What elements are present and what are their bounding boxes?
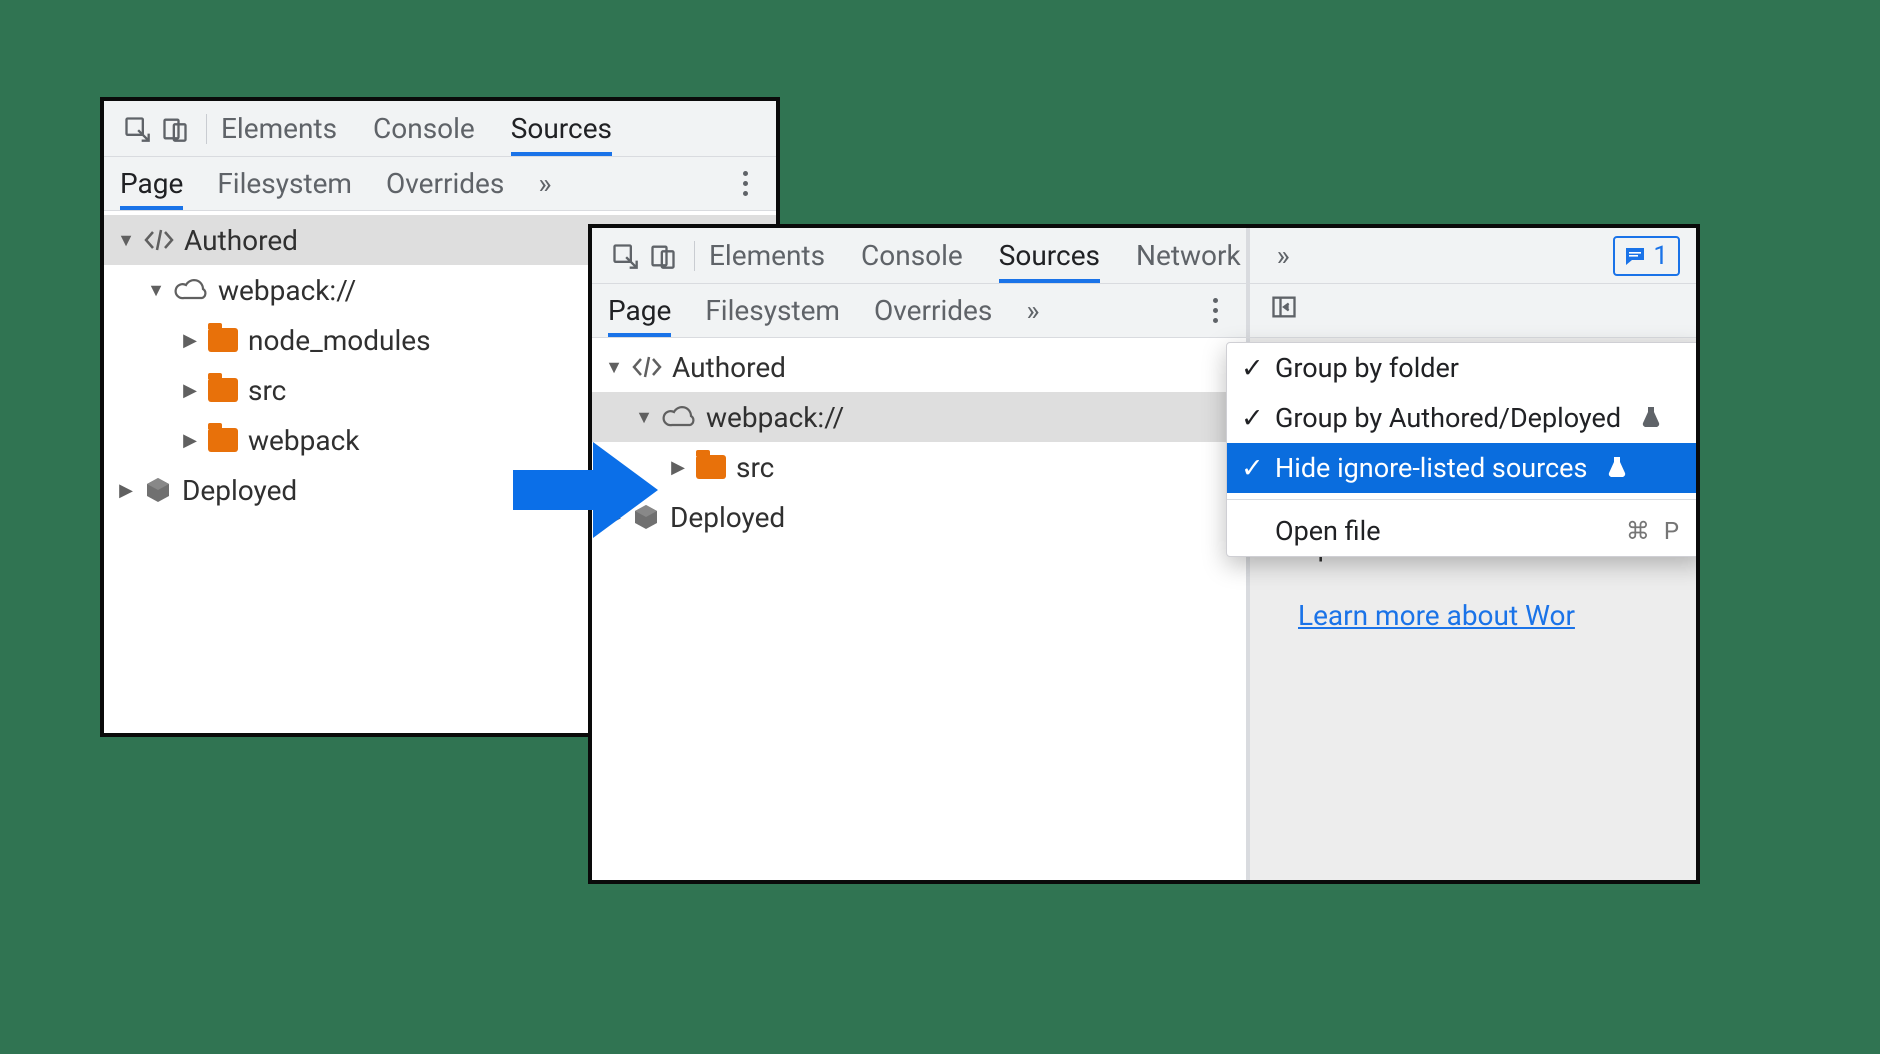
more-tabs-icon[interactable]: » <box>1026 294 1039 327</box>
tab-sources[interactable]: Sources <box>999 228 1100 283</box>
tree-src[interactable]: ▶ src <box>592 442 1246 492</box>
caret-right-icon: ▶ <box>670 457 686 478</box>
cloud-icon <box>174 279 208 301</box>
divider <box>694 241 695 271</box>
tree-label: webpack:// <box>706 401 844 434</box>
devtools-window-after: Elements Console Sources Network » 1 Pag… <box>588 224 1700 884</box>
inspect-icon[interactable] <box>606 237 644 275</box>
arrow-icon <box>503 430 663 554</box>
tab-console[interactable]: Console <box>861 228 963 283</box>
device-toggle-icon[interactable] <box>644 237 682 275</box>
tree-label: webpack <box>248 424 359 457</box>
folder-icon <box>696 455 726 479</box>
menu-label: Hide ignore-listed sources <box>1275 452 1587 484</box>
menu-shortcut: ⌘ P <box>1626 517 1683 545</box>
learn-more-link[interactable]: Learn more about Wor <box>1250 599 1696 632</box>
tab-network[interactable]: Network <box>1136 228 1241 283</box>
subtab-page[interactable]: Page <box>120 157 183 210</box>
right-subbar <box>1250 284 1696 338</box>
inspect-icon[interactable] <box>118 110 156 148</box>
topbar: Elements Console Sources <box>104 101 776 157</box>
tab-elements[interactable]: Elements <box>221 101 337 156</box>
flask-icon <box>1641 402 1661 434</box>
tree-label: webpack:// <box>218 274 356 307</box>
check-icon: ✓ <box>1241 402 1263 434</box>
device-toggle-icon[interactable] <box>156 110 194 148</box>
check-icon: ✓ <box>1241 452 1263 484</box>
caret-right-icon: ▶ <box>118 480 134 501</box>
subtab-overrides[interactable]: Overrides <box>386 157 504 210</box>
tree-authored[interactable]: ▼ Authored <box>592 342 1246 392</box>
caret-right-icon: ▶ <box>182 380 198 401</box>
tab-elements[interactable]: Elements <box>709 228 825 283</box>
menu-separator <box>1227 499 1700 500</box>
sources-options-menu: ✓ Group by folder ✓ Group by Authored/De… <box>1226 342 1700 557</box>
menu-open-file[interactable]: Open file ⌘ P <box>1227 506 1700 556</box>
subtab-filesystem[interactable]: Filesystem <box>217 157 352 210</box>
subtab-filesystem[interactable]: Filesystem <box>705 284 840 337</box>
deploy-icon <box>144 476 172 504</box>
tree-label: src <box>248 374 286 407</box>
tab-console[interactable]: Console <box>373 101 475 156</box>
caret-down-icon: ▼ <box>148 280 164 301</box>
code-icon <box>632 356 662 378</box>
tree-label: Authored <box>184 224 298 257</box>
caret-down-icon: ▼ <box>118 230 134 251</box>
check-icon: ✓ <box>1241 352 1263 384</box>
tree-deployed[interactable]: ▶ Deployed <box>592 492 1246 542</box>
tree-webpack[interactable]: ▼ webpack:// <box>592 392 1246 442</box>
folder-icon <box>208 428 238 452</box>
tree-label: node_modules <box>248 324 431 357</box>
caret-down-icon: ▼ <box>606 357 622 378</box>
folder-icon <box>208 328 238 352</box>
more-tabs-icon[interactable]: » <box>1277 239 1290 272</box>
subbar: Page Filesystem Overrides » <box>104 157 776 211</box>
flask-icon <box>1607 452 1627 484</box>
caret-right-icon: ▶ <box>182 330 198 351</box>
tree-label: Deployed <box>670 501 785 534</box>
cloud-icon <box>662 406 696 428</box>
code-icon <box>144 229 174 251</box>
subtab-overrides[interactable]: Overrides <box>874 284 992 337</box>
menu-label: Open file <box>1275 515 1381 547</box>
kebab-icon[interactable] <box>730 169 760 199</box>
menu-label: Group by folder <box>1275 352 1459 384</box>
menu-group-by-authored[interactable]: ✓ Group by Authored/Deployed <box>1227 393 1700 443</box>
tree-label: Authored <box>672 351 786 384</box>
more-tabs-icon[interactable]: » <box>538 167 551 200</box>
topbar: Elements Console Sources Network » 1 <box>592 228 1696 284</box>
tree-label: src <box>736 451 774 484</box>
caret-down-icon: ▼ <box>636 407 652 428</box>
badge-count: 1 <box>1653 241 1668 271</box>
kebab-icon[interactable] <box>1200 296 1230 326</box>
feedback-badge[interactable]: 1 <box>1613 236 1680 276</box>
menu-label: Group by Authored/Deployed <box>1275 402 1621 434</box>
menu-group-by-folder[interactable]: ✓ Group by folder <box>1227 343 1700 393</box>
divider <box>206 114 207 144</box>
folder-icon <box>208 378 238 402</box>
caret-right-icon: ▶ <box>182 430 198 451</box>
subbar: Page Filesystem Overrides » <box>592 284 1246 338</box>
menu-hide-ignore-listed[interactable]: ✓ Hide ignore-listed sources <box>1227 443 1700 493</box>
subtab-page[interactable]: Page <box>608 284 671 337</box>
collapse-sidebar-icon[interactable] <box>1270 293 1298 328</box>
file-tree: ▼ Authored ▼ webpack:// ▶ src ▶ <box>592 338 1246 542</box>
tree-label: Deployed <box>182 474 297 507</box>
tab-sources[interactable]: Sources <box>511 101 612 156</box>
chat-icon <box>1623 244 1647 268</box>
